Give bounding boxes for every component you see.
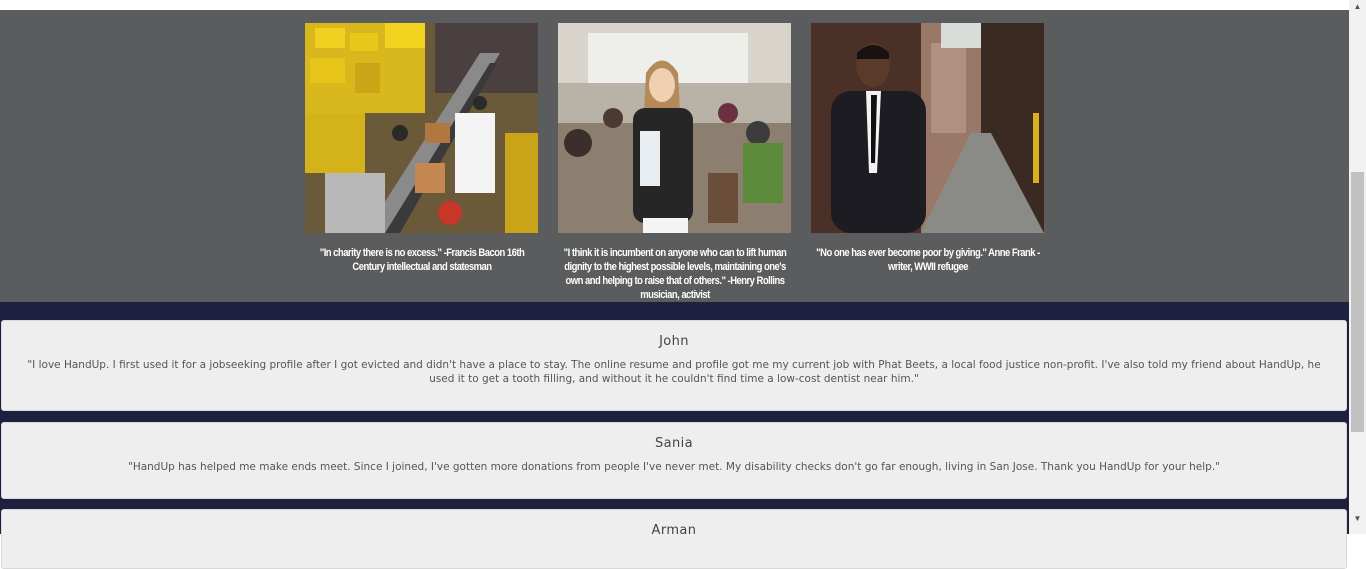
vertical-scrollbar[interactable]: ▲ ▼ [1349,0,1366,534]
scroll-up-icon[interactable]: ▲ [1349,0,1366,14]
testimonial-quote: "HandUp has helped me make ends meet. Si… [127,461,1221,473]
testimonial-quote: "I love HandUp. I first used it for a jo… [27,359,1321,385]
gallery-caption: "In charity there is no excess." -Franci… [319,247,525,273]
scrollbar-thumb[interactable] [1351,172,1364,432]
testimonial-name: John [659,334,689,349]
page-top-strip [0,0,1349,10]
warehouse-photo [305,23,538,233]
testimonial-card: Arman [1,509,1347,569]
gallery-caption: "I think it is incumbent on anyone who c… [563,247,787,301]
testimonial-card: John "I love HandUp. I first used it for… [1,320,1347,411]
testimonial-name: Arman [651,523,697,538]
gallery-card: "I think it is incumbent on anyone who c… [558,23,791,302]
testimonial-name: Sania [654,436,694,451]
testimonial-card: Sania "HandUp has helped me make ends me… [1,422,1347,499]
quote-gallery: "In charity there is no excess." -Franci… [0,10,1349,302]
scroll-down-icon[interactable]: ▼ [1349,512,1366,526]
gallery-caption: "No one has ever become poor by giving."… [816,247,1040,273]
testimonials-section: John "I love HandUp. I first used it for… [0,302,1349,569]
gallery-card: "No one has ever become poor by giving."… [811,23,1044,274]
man-in-alley-photo [811,23,1044,233]
gallery-card: "In charity there is no excess." -Franci… [305,23,538,274]
classroom-photo [558,23,791,233]
